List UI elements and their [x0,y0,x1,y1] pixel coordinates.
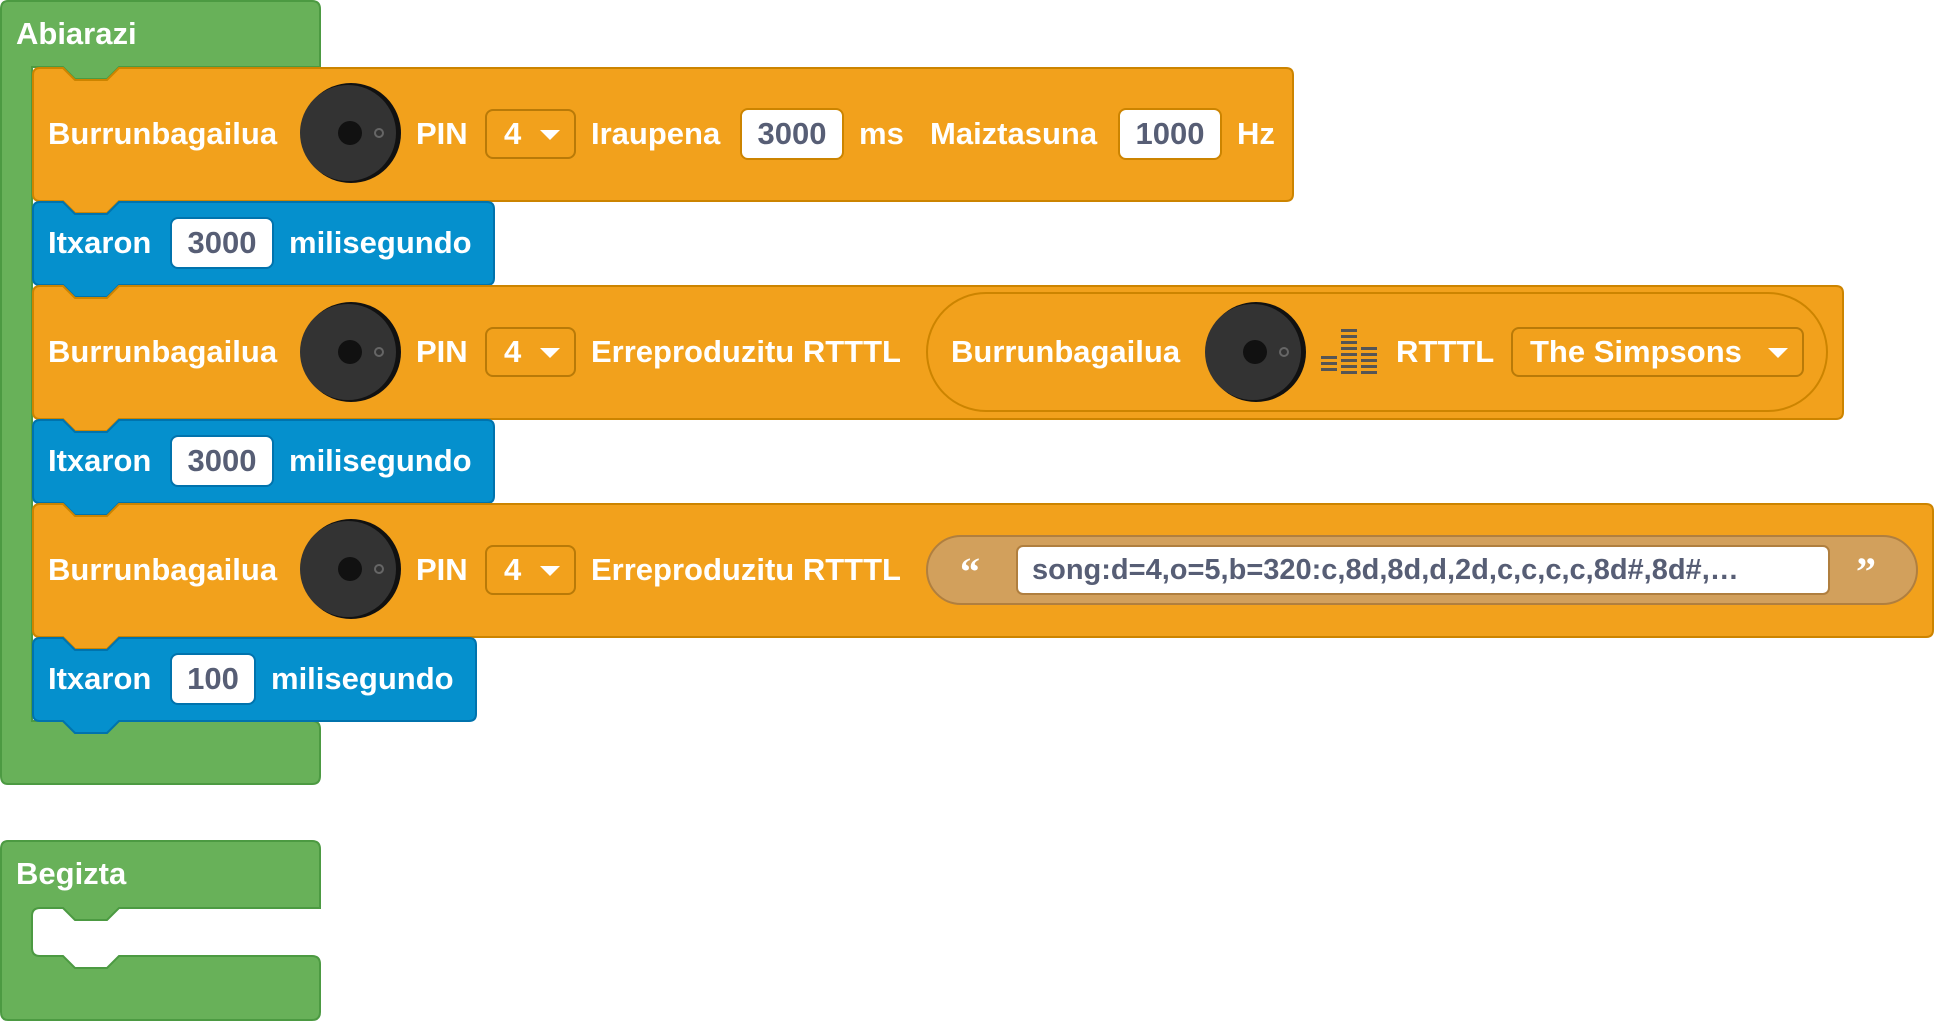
rtttl-2-pin-value: 4 [504,552,522,587]
song-dropdown-value: The Simpsons [1530,334,1742,369]
wait-2-label: Itxaron [48,443,152,478]
chevron-down-icon [540,130,560,140]
rtttl-1-pin-label: PIN [416,334,468,369]
wait-1-unit: milisegundo [289,225,472,260]
setup-block-title: Abiarazi [16,16,137,51]
rtttl-string-input[interactable]: song:d=4,o=5,b=320:c,8d,8d,d,2d,c,c,c,c,… [1016,545,1830,595]
loop-block-title: Begizta [16,856,127,891]
close-quote-icon: ” [1856,549,1876,594]
song-reporter-label: Burrunbagailua [951,334,1181,369]
tone-pin-value: 4 [504,116,522,151]
rtttl-2-pin-dropdown[interactable]: 4 [485,545,576,595]
wait-2-input[interactable]: 3000 [170,435,274,487]
wait-1-label: Itxaron [48,225,152,260]
wait-2-unit: milisegundo [289,443,472,478]
tone-duration-input[interactable]: 3000 [740,108,844,160]
rtttl-1-pin-dropdown[interactable]: 4 [485,327,576,377]
wait-3-label: Itxaron [48,661,152,696]
tone-frequency-unit: Hz [1237,116,1275,151]
chevron-down-icon [540,566,560,576]
rtttl-2-action-label: Erreproduzitu RTTTL [591,552,901,587]
song-dropdown[interactable]: The Simpsons [1511,327,1804,377]
tone-duration-unit: ms [859,116,904,151]
rtttl-1-label: Burrunbagailua [48,334,278,369]
tone-pin-label: PIN [416,116,468,151]
song-reporter-rtttl-label: RTTTL [1396,334,1495,369]
rtttl-2-pin-label: PIN [416,552,468,587]
wait-3-input[interactable]: 100 [170,653,256,705]
tone-duration-label: Iraupena [591,116,721,151]
rtttl-1-action-label: Erreproduzitu RTTTL [591,334,901,369]
tone-frequency-input[interactable]: 1000 [1118,108,1222,160]
open-quote-icon: “ [960,549,980,594]
tone-frequency-label: Maiztasuna [930,116,1098,151]
wait-1-input[interactable]: 3000 [170,217,274,269]
rtttl-1-pin-value: 4 [504,334,522,369]
tone-pin-dropdown[interactable]: 4 [485,109,576,159]
wait-3-unit: milisegundo [271,661,454,696]
tone-block-label: Burrunbagailua [48,116,278,151]
rtttl-2-label: Burrunbagailua [48,552,278,587]
chevron-down-icon [540,348,560,358]
chevron-down-icon [1768,348,1788,358]
